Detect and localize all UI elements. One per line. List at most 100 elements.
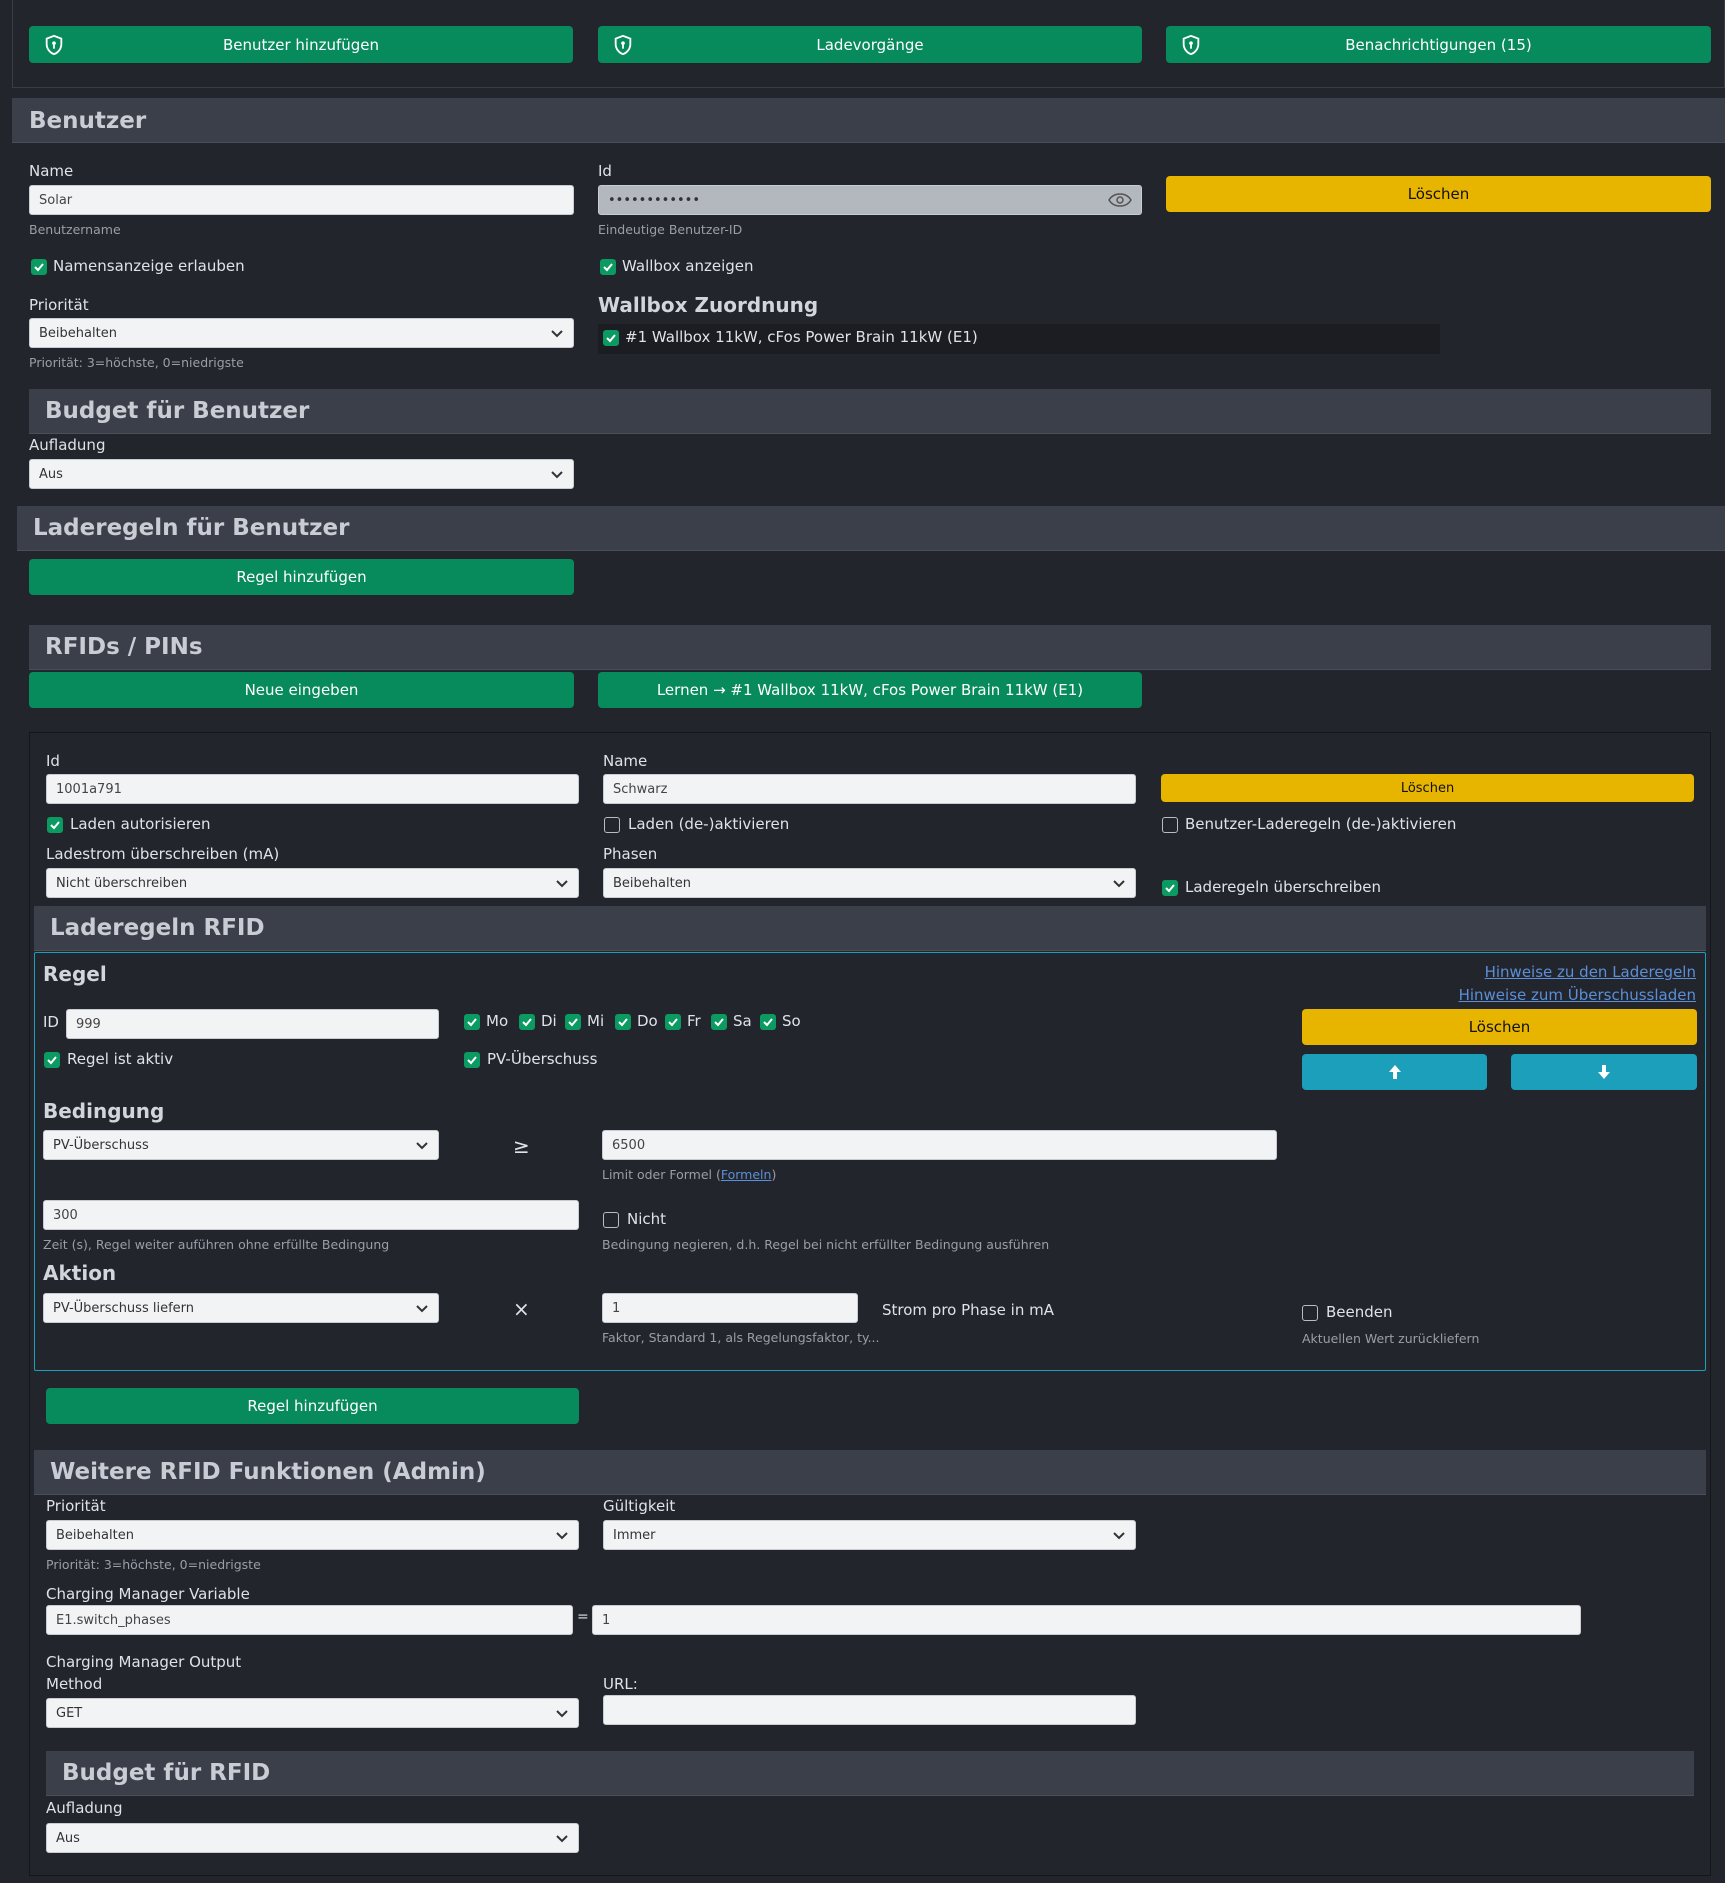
add-user-button[interactable]: Benutzer hinzufügen — [29, 26, 573, 63]
user-name-input[interactable]: Solar — [29, 185, 574, 215]
method-select[interactable]: GET — [46, 1698, 579, 1728]
validity-select[interactable]: Immer — [603, 1520, 1136, 1550]
user-priority-hint: Priorität: 3=höchste, 0=niedrigste — [29, 355, 244, 370]
user-priority-select[interactable]: Beibehalten — [29, 318, 574, 348]
condition-select[interactable]: PV-Überschuss — [43, 1130, 439, 1160]
charging-sessions-label: Ladevorgänge — [816, 35, 924, 54]
weekday-checkbox-fr[interactable] — [665, 1014, 681, 1030]
method-label: Method — [46, 1675, 103, 1693]
user-name-label: Name — [29, 162, 74, 180]
show-wallbox-label: Wallbox anzeigen — [622, 257, 754, 275]
rules-help-link[interactable]: Hinweise zu den Laderegeln — [1485, 963, 1696, 981]
formulas-link[interactable]: Formeln — [721, 1167, 772, 1182]
add-user-rule-button[interactable]: Regel hinzufügen — [29, 559, 574, 595]
authorize-charging-checkbox[interactable] — [47, 817, 63, 833]
action-title: Aktion — [43, 1261, 117, 1285]
equals-sign: = — [577, 1609, 589, 1625]
allow-name-display-checkbox[interactable] — [31, 259, 47, 275]
chevron-down-icon — [556, 1532, 568, 1540]
rule-title: Regel — [43, 962, 107, 986]
rfid-budget-select[interactable]: Aus — [46, 1823, 579, 1853]
factor-input[interactable]: 1 — [602, 1293, 858, 1323]
user-id-input[interactable]: •••••••••••• — [598, 185, 1142, 215]
new-rfid-button[interactable]: Neue eingeben — [29, 672, 574, 708]
charging-sessions-button[interactable]: Ladevorgänge — [598, 26, 1142, 63]
weekday-label: Sa — [733, 1012, 752, 1030]
chevron-down-icon — [416, 1305, 428, 1313]
admin-priority-select[interactable]: Beibehalten — [46, 1520, 579, 1550]
surplus-help-link[interactable]: Hinweise zum Überschussladen — [1459, 986, 1696, 1004]
cm-value-input[interactable]: 1 — [592, 1605, 1581, 1635]
user-budget-label: Aufladung — [29, 436, 106, 454]
rfids-header: RFIDs / PINs — [29, 625, 1711, 670]
weekday-checkbox-di[interactable] — [519, 1014, 535, 1030]
chevron-down-icon — [556, 880, 568, 888]
weekday-checkbox-mo[interactable] — [464, 1014, 480, 1030]
weekday-label: So — [782, 1012, 801, 1030]
rfid-name-label: Name — [603, 752, 648, 770]
condition-value: PV-Überschuss — [53, 1137, 149, 1153]
move-down-button[interactable] — [1511, 1054, 1697, 1090]
delete-user-button[interactable]: Löschen — [1166, 176, 1711, 212]
time-input[interactable]: 300 — [43, 1200, 579, 1230]
shield-icon — [45, 34, 63, 56]
authorize-charging-label: Laden autorisieren — [70, 815, 211, 833]
cm-variable-input[interactable]: E1.switch_phases — [46, 1605, 573, 1635]
limit-input[interactable]: 6500 — [602, 1130, 1277, 1160]
delete-rule-button[interactable]: Löschen — [1302, 1009, 1697, 1045]
admin-priority-label: Priorität — [46, 1497, 106, 1515]
rfid-name-input[interactable]: Schwarz — [603, 774, 1136, 804]
allow-name-display-label: Namensanzeige erlauben — [53, 257, 245, 275]
toggle-user-rules-checkbox[interactable] — [1162, 817, 1178, 833]
rfid-rules-header: Laderegeln RFID — [34, 906, 1706, 951]
rule-active-checkbox[interactable] — [44, 1052, 60, 1068]
weekday-checkbox-so[interactable] — [760, 1014, 776, 1030]
user-budget-header: Budget für Benutzer — [29, 389, 1711, 434]
rfid-budget-header: Budget für RFID — [46, 1751, 1694, 1796]
rule-id-input[interactable]: 999 — [66, 1009, 439, 1039]
weekday-checkbox-do[interactable] — [615, 1014, 631, 1030]
chevron-down-icon — [1113, 1532, 1125, 1540]
override-rules-checkbox[interactable] — [1162, 880, 1178, 896]
stop-hint: Aktuellen Wert zurückliefern — [1302, 1331, 1480, 1346]
move-up-button[interactable] — [1302, 1054, 1487, 1090]
user-rules-header: Laderegeln für Benutzer — [17, 506, 1725, 551]
condition-title: Bedingung — [43, 1099, 165, 1123]
chevron-down-icon — [556, 1835, 568, 1843]
phases-select[interactable]: Beibehalten — [603, 868, 1136, 898]
stop-checkbox[interactable] — [1302, 1305, 1318, 1321]
wallbox-assignment-checkbox[interactable] — [603, 330, 619, 346]
unit-text: Strom pro Phase in mA — [882, 1301, 1054, 1319]
chevron-down-icon — [556, 1710, 568, 1718]
rfid-id-input[interactable]: 1001a791 — [46, 774, 579, 804]
weekday-label: Fr — [687, 1012, 701, 1030]
toggle-user-rules-label: Benutzer-Laderegeln (de-)aktivieren — [1185, 815, 1457, 833]
negate-checkbox[interactable] — [603, 1212, 619, 1228]
weekday-checkbox-sa[interactable] — [711, 1014, 727, 1030]
limit-hint: Limit oder Formel (Formeln) — [602, 1167, 776, 1182]
user-id-hint: Eindeutige Benutzer-ID — [598, 222, 743, 237]
limit-hint-prefix: Limit oder Formel ( — [602, 1167, 721, 1182]
add-rfid-rule-button[interactable]: Regel hinzufügen — [46, 1388, 579, 1424]
delete-rfid-button[interactable]: Löschen — [1161, 774, 1694, 802]
rule-id-label: ID — [43, 1013, 59, 1031]
show-wallbox-checkbox[interactable] — [600, 259, 616, 275]
action-select[interactable]: PV-Überschuss liefern — [43, 1293, 439, 1323]
current-override-select[interactable]: Nicht überschreiben — [46, 868, 579, 898]
notifications-button[interactable]: Benachrichtigungen (15) — [1166, 26, 1711, 63]
user-name-hint: Benutzername — [29, 222, 121, 237]
phases-label: Phasen — [603, 845, 658, 863]
toggle-charging-checkbox[interactable] — [604, 817, 620, 833]
learn-rfid-button[interactable]: Lernen → #1 Wallbox 11kW, cFos Power Bra… — [598, 672, 1142, 708]
chevron-down-icon — [551, 471, 563, 479]
weekday-label: Do — [637, 1012, 658, 1030]
user-budget-select[interactable]: Aus — [29, 459, 574, 489]
weekday-label: Mo — [486, 1012, 509, 1030]
weekday-checkbox-mi[interactable] — [565, 1014, 581, 1030]
pv-surplus-checkbox[interactable] — [464, 1052, 480, 1068]
user-budget-value: Aus — [39, 466, 63, 482]
eye-icon[interactable] — [1108, 193, 1132, 207]
shield-icon — [614, 34, 632, 56]
url-input[interactable] — [603, 1695, 1136, 1725]
admin-priority-hint: Priorität: 3=höchste, 0=niedrigste — [46, 1557, 261, 1572]
